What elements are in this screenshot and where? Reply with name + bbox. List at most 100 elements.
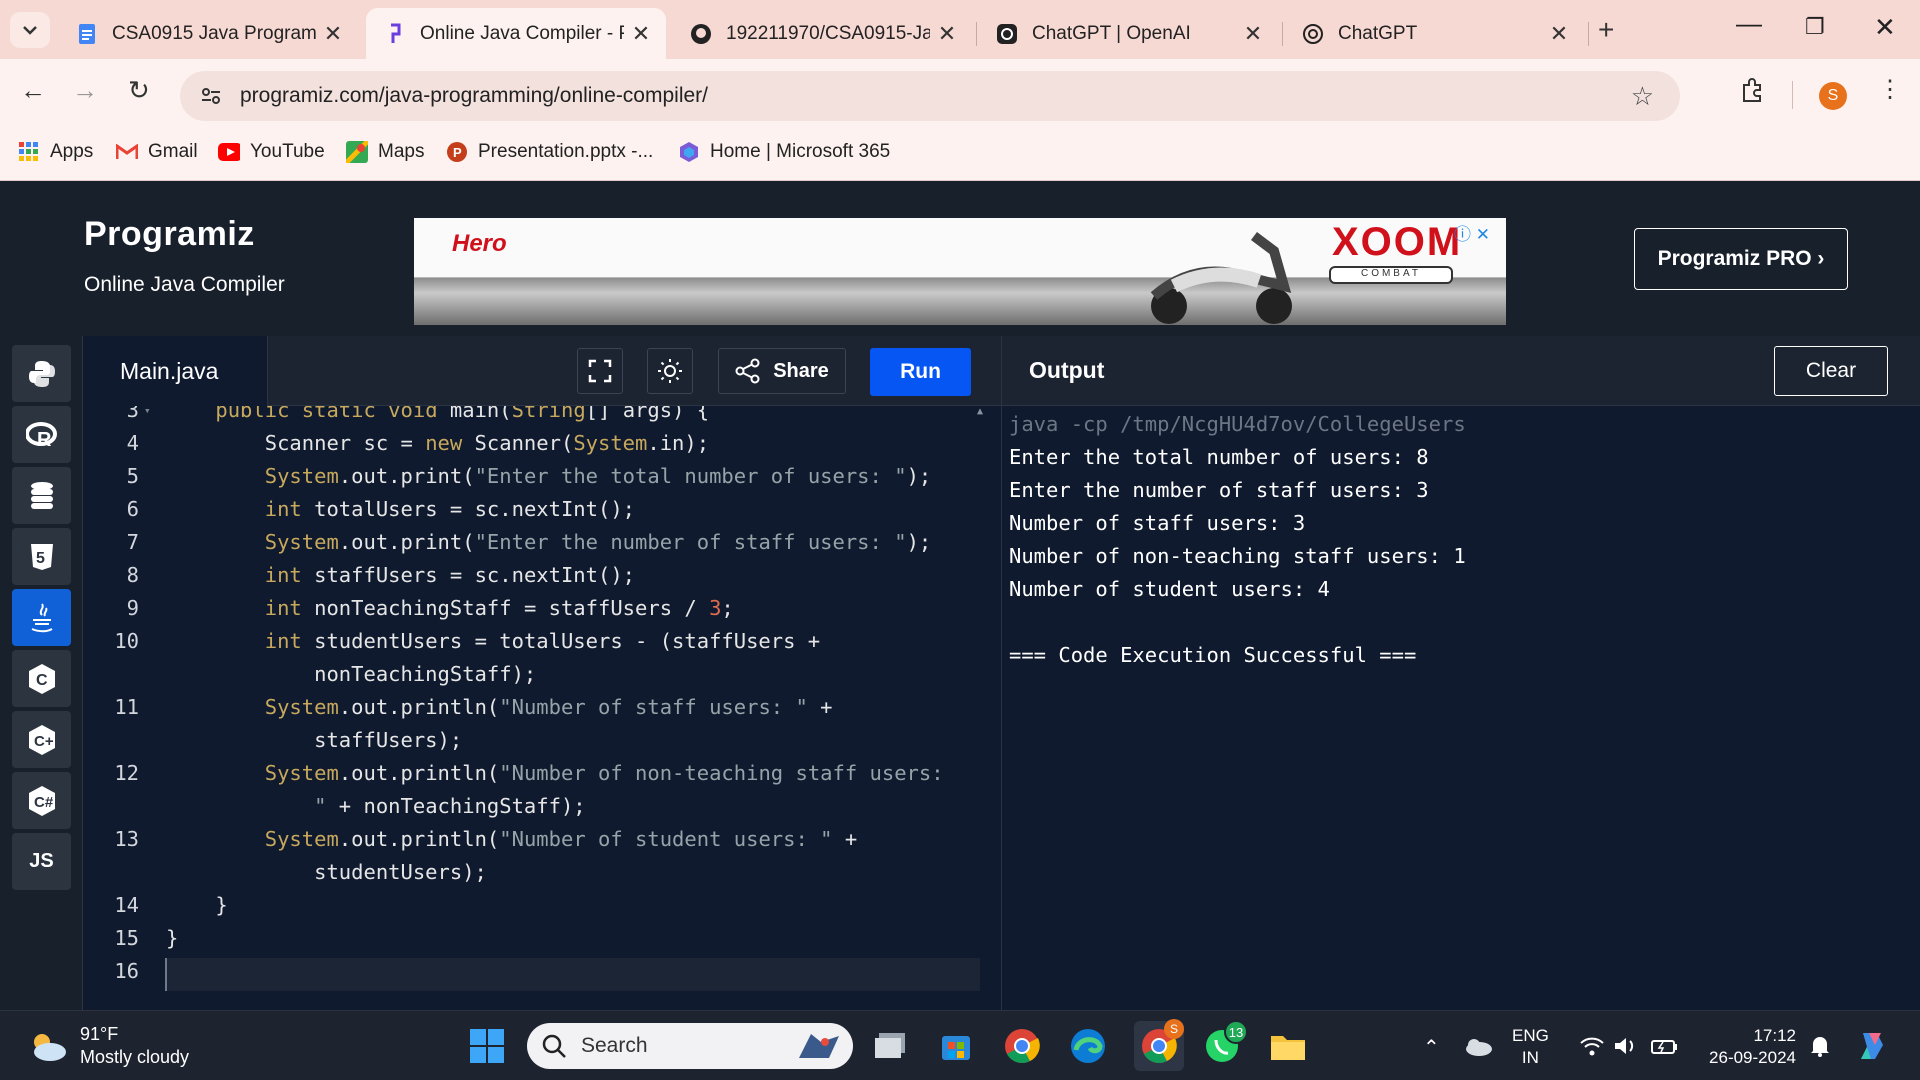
toolbar-divider <box>1792 81 1793 109</box>
bookmark-microsoft365[interactable]: Home | Microsoft 365 <box>678 141 890 163</box>
lang-html[interactable]: 5 <box>12 528 71 585</box>
tab-docs[interactable]: CSA0915 Java Programm ✕ <box>58 8 358 59</box>
new-tab-button[interactable]: + <box>1598 14 1614 46</box>
code-text: staffUsers); <box>166 728 463 752</box>
python-icon <box>28 360 55 387</box>
programiz-logo[interactable]: Programiz <box>84 215 255 254</box>
onedrive-icon[interactable] <box>1458 1026 1498 1066</box>
share-button[interactable]: Share <box>718 348 846 394</box>
tab-github[interactable]: 192211970/CSA0915-Jav ✕ <box>672 8 972 59</box>
bookmark-label: Gmail <box>148 141 198 162</box>
profile-avatar[interactable]: S <box>1819 82 1847 110</box>
bookmark-gmail[interactable]: Gmail <box>116 141 198 163</box>
output-command-line: java -cp /tmp/NcgHU4d7ov/CollegeUsers <box>1009 412 1466 436</box>
window-close-icon[interactable]: ✕ <box>1874 12 1896 43</box>
line-number: 16 <box>114 959 139 983</box>
lang-cpp[interactable]: C+ <box>12 711 71 768</box>
show-hidden-icons[interactable]: ⌃ <box>1423 1035 1440 1060</box>
code-line: 12 System.out.println("Number of non-tea… <box>84 761 984 794</box>
restore-icon[interactable]: ❐ <box>1805 14 1825 40</box>
ad-choices-icon[interactable]: ⓘ ✕ <box>1454 220 1490 245</box>
extensions-icon[interactable] <box>1740 77 1766 110</box>
scroll-up-indicator[interactable]: ▲ <box>977 406 983 417</box>
lang-c[interactable]: C <box>12 650 71 707</box>
input-language[interactable]: ENG IN <box>1512 1025 1549 1069</box>
tab-title: Online Java Compiler - Pr <box>420 22 624 44</box>
code-editor[interactable]: 3 ▾ public static void main(String[] args… <box>84 406 1001 1010</box>
tab-compiler[interactable]: Online Java Compiler - Pr ✕ <box>366 8 666 59</box>
code-line: nonTeachingStaff); <box>84 662 984 695</box>
clear-button[interactable]: Clear <box>1774 346 1888 396</box>
tab-divider <box>976 22 977 46</box>
powerpoint-icon: P <box>446 141 468 163</box>
site-info-icon[interactable] <box>188 86 234 106</box>
taskbar-search[interactable]: Search <box>527 1023 853 1069</box>
tab-title: ChatGPT <box>1338 22 1418 44</box>
output-line: Number of non-teaching staff users: 1 <box>1009 544 1466 568</box>
tab-title: 192211970/CSA0915-Jav <box>726 22 930 44</box>
bookmark-apps[interactable]: Apps <box>18 141 93 163</box>
bookmark-maps[interactable]: Maps <box>346 141 424 163</box>
back-arrow-icon[interactable]: ← <box>20 75 46 106</box>
close-icon[interactable]: ✕ <box>322 21 344 47</box>
theme-toggle-button[interactable] <box>647 348 693 394</box>
fold-arrow-icon[interactable]: ▾ <box>144 406 151 417</box>
bookmark-star-icon[interactable]: ☆ <box>1631 81 1654 112</box>
microsoft-store-icon[interactable] <box>936 1026 976 1066</box>
close-icon[interactable]: ✕ <box>1548 21 1570 47</box>
task-view-icon[interactable] <box>870 1026 910 1066</box>
whatsapp-icon[interactable]: 13 <box>1202 1020 1248 1066</box>
close-icon[interactable]: ✕ <box>630 21 652 47</box>
address-bar[interactable]: programiz.com/java-programming/online-co… <box>180 71 1680 121</box>
edge-icon[interactable] <box>1068 1026 1108 1066</box>
tab-search-button[interactable] <box>10 12 50 48</box>
forward-arrow-icon[interactable]: → <box>72 75 98 106</box>
code-text: int staffUsers = sc.nextInt(); <box>264 563 636 587</box>
tab-chatgpt-openai[interactable]: ChatGPT | OpenAI ✕ <box>978 8 1278 59</box>
bookmark-youtube[interactable]: YouTube <box>218 141 325 163</box>
close-icon[interactable]: ✕ <box>1242 21 1264 47</box>
chrome-icon[interactable] <box>1002 1026 1042 1066</box>
fullscreen-button[interactable] <box>577 348 623 394</box>
bookmark-label: Presentation.pptx -... <box>478 141 654 162</box>
start-button[interactable] <box>470 1029 504 1063</box>
code-text: nonTeachingStaff); <box>166 662 537 686</box>
database-icon <box>30 481 53 509</box>
code-text: } <box>166 893 228 917</box>
clock[interactable]: 17:12 26-09-2024 <box>1700 1025 1796 1069</box>
svg-text:R: R <box>37 429 52 449</box>
programiz-pro-button[interactable]: Programiz PRO › <box>1634 228 1848 290</box>
weather-widget[interactable]: 91°F Mostly cloudy <box>28 1023 189 1069</box>
clock-date: 26-09-2024 <box>1709 1048 1796 1067</box>
lang-java[interactable] <box>12 589 71 646</box>
volume-icon[interactable] <box>1606 1026 1646 1066</box>
reload-icon[interactable]: ↻ <box>128 75 150 106</box>
copilot-icon[interactable] <box>1852 1026 1892 1066</box>
lang-sql[interactable] <box>12 467 71 524</box>
tab-chatgpt[interactable]: ChatGPT ✕ <box>1284 8 1584 59</box>
lang-javascript[interactable]: JS <box>12 833 71 890</box>
file-explorer-icon[interactable] <box>1268 1026 1308 1066</box>
chrome-profile-icon[interactable]: S <box>1134 1019 1184 1071</box>
more-menu-icon[interactable]: ⋮ <box>1878 75 1902 104</box>
lang-csharp[interactable]: C# <box>12 772 71 829</box>
cloud-icon <box>34 1034 66 1061</box>
advertisement-banner[interactable]: Hero XOOM COMBAT ⓘ ✕ <box>414 218 1506 325</box>
bookmark-label: Home | Microsoft 365 <box>710 141 891 162</box>
ad-brand: Hero <box>452 230 507 257</box>
battery-icon[interactable] <box>1644 1026 1684 1066</box>
gmail-icon <box>116 141 138 163</box>
code-line: staffUsers); <box>84 728 984 761</box>
lang-r[interactable]: R <box>12 406 71 463</box>
close-icon[interactable]: ✕ <box>936 21 958 47</box>
notification-bell-icon[interactable] <box>1800 1026 1840 1066</box>
run-button[interactable]: Run <box>870 348 971 396</box>
bookmark-presentation[interactable]: P Presentation.pptx -... <box>446 141 653 163</box>
file-tab-main-java[interactable]: Main.java <box>84 336 268 406</box>
code-text: } <box>166 926 179 950</box>
code-line: " + nonTeachingStaff); <box>84 794 984 827</box>
minimize-icon[interactable]: — <box>1736 8 1762 39</box>
site-header: Programiz Online Java Compiler Hero XOOM… <box>0 181 1920 336</box>
line-number: 10 <box>114 629 139 653</box>
lang-python[interactable] <box>12 345 71 402</box>
